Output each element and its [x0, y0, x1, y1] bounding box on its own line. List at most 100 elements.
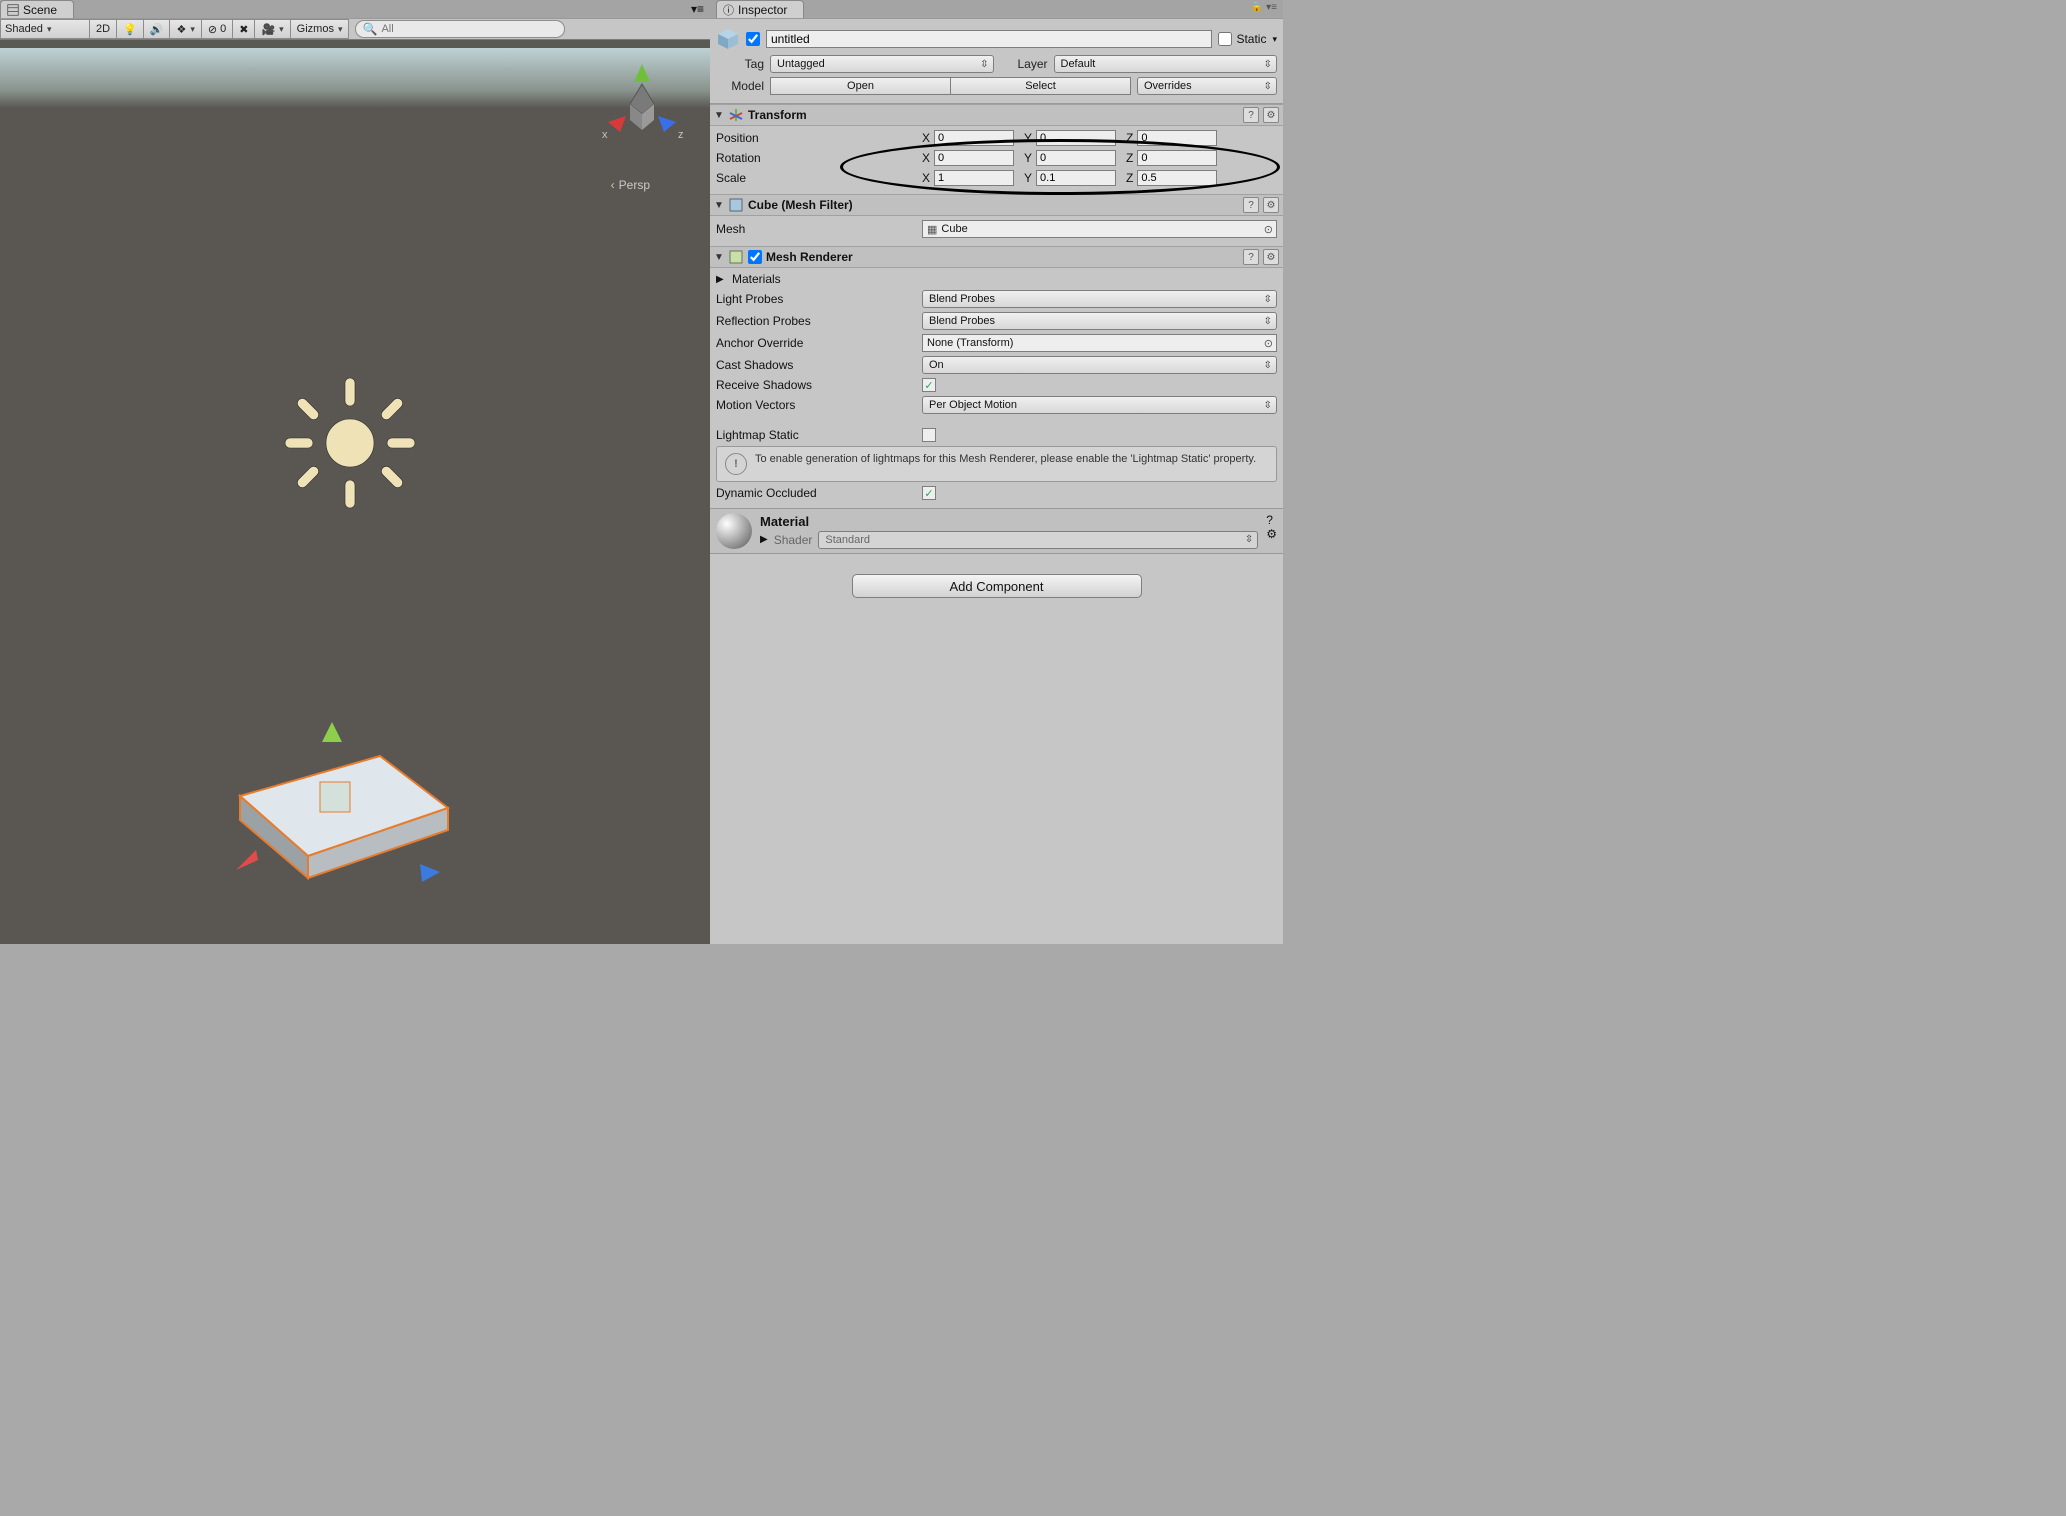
cast-shadows-dropdown[interactable]: On — [922, 356, 1277, 374]
inspector-lock-icon[interactable]: 🔒 ▾≡ — [1251, 2, 1277, 13]
light-probes-dropdown[interactable]: Blend Probes — [922, 290, 1277, 308]
mesh-renderer-component: ▼ Mesh Renderer ?⚙ ▶Materials Light Prob… — [710, 246, 1283, 508]
foldout-icon[interactable]: ▶ — [760, 534, 768, 545]
component-menu-icon[interactable]: ⚙ — [1263, 107, 1279, 123]
scale-label: Scale — [716, 171, 916, 185]
dynamic-occluded-checkbox[interactable]: ✓ — [922, 486, 936, 500]
mesh-field[interactable]: ▦Cube — [922, 220, 1277, 238]
position-label: Position — [716, 131, 916, 145]
gizmos-dropdown[interactable]: Gizmos — [291, 19, 350, 39]
reflection-probes-label: Reflection Probes — [716, 314, 916, 328]
foldout-icon[interactable]: ▼ — [714, 252, 724, 263]
reflection-probes-dropdown[interactable]: Blend Probes — [922, 312, 1277, 330]
component-menu-icon[interactable]: ⚙ — [1263, 249, 1279, 265]
layer-dropdown[interactable]: Default — [1054, 55, 1278, 73]
shading-dropdown[interactable]: Shaded — [0, 19, 90, 39]
static-label: Static — [1236, 32, 1266, 46]
component-menu-icon[interactable]: ⚙ — [1266, 527, 1277, 541]
eye-off-icon: ⊘ — [208, 23, 217, 36]
directional-light-gizmo[interactable] — [265, 358, 435, 528]
tools-toggle[interactable]: ✖ — [233, 19, 255, 39]
rotation-z-input[interactable] — [1137, 150, 1217, 166]
inspector-tab[interactable]: ⓘ Inspector — [716, 0, 804, 18]
motion-vectors-dropdown[interactable]: Per Object Motion — [922, 396, 1277, 414]
tools-icon: ✖ — [239, 23, 248, 36]
camera-dropdown[interactable]: 🎥 — [255, 19, 290, 39]
svg-text:x: x — [602, 129, 608, 141]
help-icon[interactable]: ? — [1243, 107, 1259, 123]
scale-z-input[interactable] — [1137, 170, 1217, 186]
position-y-input[interactable] — [1036, 130, 1116, 146]
mesh-renderer-icon — [728, 249, 744, 265]
shader-label: Shader — [774, 533, 813, 547]
inspector-panel: ⓘ Inspector 🔒 ▾≡ Static▾ Tag Untagged La… — [710, 0, 1283, 944]
anchor-override-field[interactable]: None (Transform) — [922, 334, 1277, 352]
fx-dropdown[interactable]: ❖ — [170, 19, 201, 39]
lighting-toggle[interactable]: 💡 — [117, 19, 144, 39]
tag-dropdown[interactable]: Untagged — [770, 55, 994, 73]
material-preview-icon[interactable] — [716, 513, 752, 549]
model-select-button[interactable]: Select — [951, 77, 1131, 95]
help-icon[interactable]: ? — [1243, 197, 1259, 213]
help-icon[interactable]: ? — [1266, 513, 1277, 527]
btn-2d[interactable]: 2D — [90, 19, 117, 39]
add-component-button[interactable]: Add Component — [852, 574, 1142, 598]
scene-search-input[interactable] — [381, 23, 558, 35]
scene-icon — [7, 4, 19, 16]
chevron-down-icon[interactable]: ▾ — [1272, 34, 1277, 45]
shader-dropdown[interactable]: Standard — [818, 531, 1258, 549]
rotation-y-input[interactable] — [1036, 150, 1116, 166]
gameobject-icon[interactable] — [716, 27, 740, 51]
scene-tab[interactable]: Scene — [0, 0, 74, 18]
scene-search[interactable]: 🔍 — [355, 20, 565, 38]
overrides-dropdown[interactable]: Overrides — [1137, 77, 1277, 95]
scene-cube[interactable] — [200, 696, 480, 916]
transform-component: ▼ Transform ? ⚙ Position X Y Z — [710, 104, 1283, 194]
scene-panel: Scene ▾≡ Shaded 2D 💡 🔊 ❖ ⊘0 ✖ 🎥 Gizmos 🔍 — [0, 0, 710, 944]
foldout-icon[interactable]: ▶ — [716, 274, 726, 285]
component-menu-icon[interactable]: ⚙ — [1263, 197, 1279, 213]
lightmap-static-label: Lightmap Static — [716, 428, 916, 442]
mesh-filter-title: Cube (Mesh Filter) — [748, 198, 853, 212]
position-x-input[interactable] — [934, 130, 1014, 146]
audio-toggle[interactable]: 🔊 — [144, 19, 171, 39]
scene-toolbar: Shaded 2D 💡 🔊 ❖ ⊘0 ✖ 🎥 Gizmos 🔍 — [0, 18, 710, 40]
cast-shadows-label: Cast Shadows — [716, 358, 916, 372]
position-z-input[interactable] — [1137, 130, 1217, 146]
gameobject-name-input[interactable] — [766, 30, 1212, 48]
scene-viewport[interactable]: y z x ‹ Persp — [0, 48, 710, 944]
panel-menu-icon[interactable]: ▾≡ — [691, 2, 704, 16]
info-icon: ⓘ — [723, 2, 734, 18]
help-icon[interactable]: ? — [1243, 249, 1259, 265]
light-bulb-icon: 💡 — [123, 23, 137, 36]
scale-y-input[interactable] — [1036, 170, 1116, 186]
foldout-icon[interactable]: ▼ — [714, 200, 724, 211]
mesh-renderer-title: Mesh Renderer — [766, 250, 853, 264]
rotation-x-input[interactable] — [934, 150, 1014, 166]
layers-icon: ❖ — [176, 23, 186, 36]
material-header: Material ▶ Shader Standard ?⚙ — [710, 508, 1283, 554]
camera-mode-label[interactable]: ‹ Persp — [611, 178, 650, 192]
receive-shadows-checkbox[interactable]: ✓ — [922, 378, 936, 392]
camera-icon: 🎥 — [261, 23, 275, 36]
gameobject-enabled-checkbox[interactable] — [746, 32, 760, 46]
lightmap-info-box: ! To enable generation of lightmaps for … — [716, 446, 1277, 482]
static-checkbox[interactable] — [1218, 32, 1232, 46]
chevron-left-icon: ‹ — [611, 178, 615, 192]
transform-icon — [728, 107, 744, 123]
audio-icon: 🔊 — [150, 23, 164, 36]
motion-vectors-label: Motion Vectors — [716, 398, 916, 412]
inspector-tab-label: Inspector — [738, 3, 787, 17]
orientation-gizmo[interactable]: y z x — [592, 56, 692, 156]
hidden-objects[interactable]: ⊘0 — [202, 19, 233, 39]
material-title: Material — [760, 514, 1258, 529]
lightmap-static-checkbox[interactable] — [922, 428, 936, 442]
foldout-icon[interactable]: ▼ — [714, 110, 724, 121]
mesh-renderer-enabled-checkbox[interactable] — [748, 250, 762, 264]
scale-x-input[interactable] — [934, 170, 1014, 186]
search-icon: 🔍 — [362, 22, 377, 36]
layer-label: Layer — [1000, 57, 1048, 71]
model-open-button[interactable]: Open — [770, 77, 951, 95]
mesh-filter-icon — [728, 197, 744, 213]
hidden-count: 0 — [220, 23, 226, 35]
